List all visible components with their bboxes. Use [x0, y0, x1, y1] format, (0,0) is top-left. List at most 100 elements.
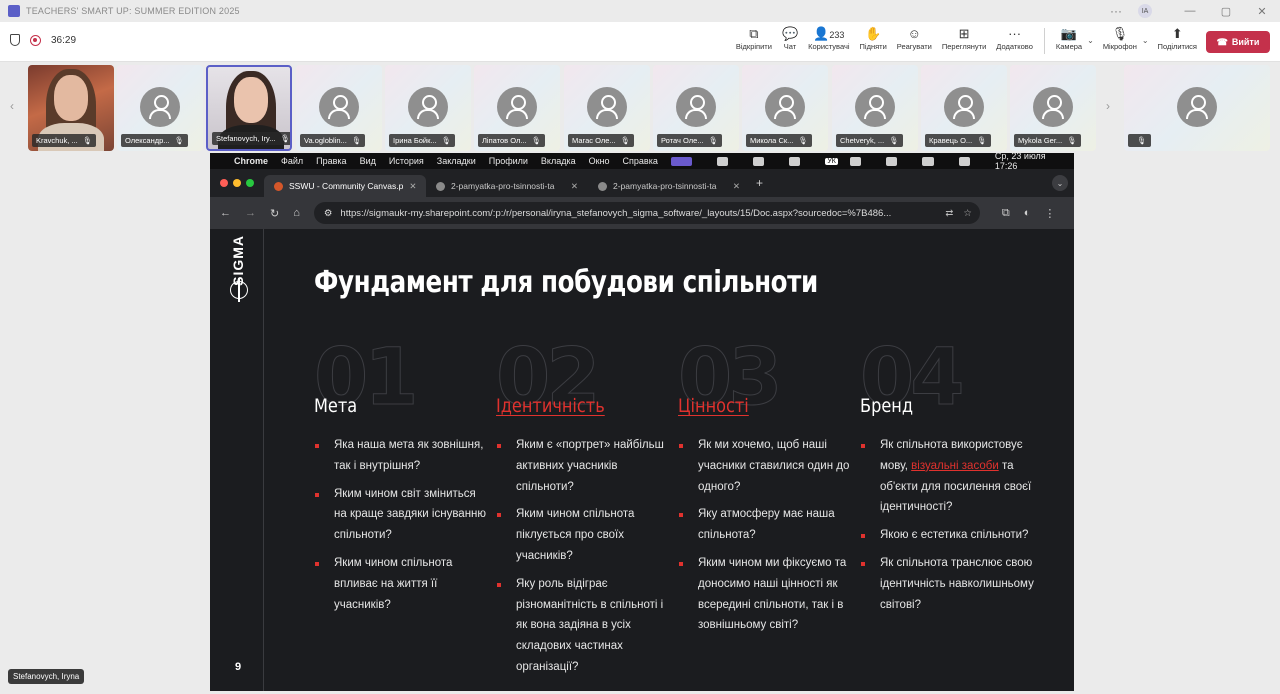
default-avatar-icon — [765, 87, 805, 127]
tab-close-icon[interactable]: ✕ — [409, 181, 416, 192]
list-item: Як ми хочемо, щоб наші учасники ставилис… — [678, 435, 853, 497]
toolbar-divider — [1043, 28, 1045, 54]
screen-share-status-icon — [670, 156, 692, 166]
participant-tile[interactable]: Ірина Бойк... 🎙 — [385, 65, 471, 151]
forward-arrow-icon[interactable]: → — [245, 207, 256, 219]
default-avatar-icon — [676, 87, 716, 127]
participant-tile[interactable]: Олександр... 🎙 — [117, 65, 203, 151]
participant-tile-self[interactable]: 🎙 — [1124, 65, 1270, 151]
mic-muted-icon: 🎙 — [351, 136, 362, 145]
participant-tile[interactable]: Магас Оле... 🎙 — [564, 65, 650, 151]
smile-icon: ☺ — [907, 26, 921, 41]
default-avatar-icon — [140, 87, 180, 127]
participant-tile[interactable]: Va.ogloblin... 🎙 — [296, 65, 382, 151]
tab-search-chevron-icon[interactable]: ⌄ — [1052, 175, 1068, 191]
close-button[interactable]: ✕ — [1244, 5, 1280, 18]
react-label: Реагувати — [896, 42, 932, 51]
menu-item: Вкладка — [540, 156, 576, 166]
bookmark-star-icon[interactable]: ☆ — [963, 208, 972, 219]
phone-hangup-icon: ☎ — [1216, 36, 1228, 47]
hand-icon: ✋ — [865, 26, 882, 41]
mic-muted-icon: 🎙 — [174, 136, 185, 145]
participant-tile[interactable]: Chetveryk, ... 🎙 — [832, 65, 918, 151]
participant-name: Mykola Ger... — [1018, 136, 1063, 145]
view-button[interactable]: ⊞ Переглянути — [942, 26, 986, 51]
translate-icon[interactable]: ⇄ — [945, 208, 953, 219]
participant-tile[interactable]: Кравець О... 🎙 — [921, 65, 1007, 151]
reload-icon[interactable]: ↻ — [270, 207, 279, 220]
browser-tab[interactable]: 2-pamyatka-pro-tsinnosti-ta ✕ — [588, 175, 750, 197]
video-face — [54, 75, 88, 121]
minimize-window-icon[interactable] — [233, 179, 241, 187]
menu-item: Вид — [359, 156, 376, 166]
browser-tab-active[interactable]: SSWU - Community Canvas.p ✕ — [264, 175, 426, 197]
mic-button[interactable]: 🎙 Мікрофон — [1103, 26, 1137, 51]
back-arrow-icon[interactable]: ← — [220, 207, 231, 219]
raise-hand-button[interactable]: ✋ Підняти — [860, 26, 887, 51]
mic-label: Мікрофон — [1102, 42, 1137, 51]
participant-tile-active[interactable]: Stefanovych, Iry... 🎙 — [206, 65, 292, 151]
url-field[interactable]: ⚙ https://sigmaukr-my.sharepoint.com/:p:… — [313, 202, 980, 224]
visual-means-link[interactable]: візуальні засоби — [911, 460, 999, 472]
close-window-icon[interactable] — [220, 179, 228, 187]
video-face — [234, 77, 268, 123]
presenter-name-label: Stefanovych, Iryna — [8, 669, 85, 684]
participant-name-tag: Микола Ск... 🎙 — [746, 134, 812, 147]
participant-name-tag: Олександр... 🎙 — [121, 134, 189, 147]
extensions-icon[interactable]: ⧉ — [1002, 207, 1010, 220]
app-menu: Chrome — [234, 156, 269, 166]
mic-options-chevron-icon[interactable]: ⌄ — [1142, 36, 1149, 45]
camera-options-chevron-icon[interactable]: ⌄ — [1087, 36, 1094, 45]
list-item: Яку атмосферу має наша спільнота? — [678, 504, 853, 546]
browser-menu-icon[interactable]: ⋮ — [1044, 207, 1055, 220]
column-heading-link[interactable]: Ідентичність — [496, 395, 605, 417]
participant-name: Микола Ск... — [750, 136, 794, 145]
leave-button[interactable]: ☎ Вийти — [1206, 31, 1270, 53]
browser-tab[interactable]: 2-pamyatka-pro-tsinnosti-ta ✕ — [426, 175, 588, 197]
camera-button[interactable]: 📷 Камера — [1056, 26, 1082, 51]
participant-name-tag: 🎙 — [1128, 134, 1151, 147]
list-item: Яку роль відіграє різноманітність в спіл… — [496, 574, 671, 678]
tab-close-icon[interactable]: ✕ — [733, 181, 740, 192]
chat-icon: 💬 — [781, 26, 799, 41]
participant-tile[interactable]: Kravchuk, ... 🎙 — [28, 65, 114, 151]
participant-name: Kravchuk, ... — [36, 136, 78, 145]
share-button[interactable]: ⬆ Поділитися — [1158, 26, 1197, 51]
site-info-icon[interactable]: ⚙ — [324, 208, 333, 219]
user-avatar[interactable]: IA — [1138, 4, 1152, 18]
minimize-button[interactable]: — — [1172, 5, 1208, 17]
participant-tile[interactable]: Микола Ск... 🎙 — [742, 65, 828, 151]
maximize-button[interactable]: ▢ — [1208, 5, 1244, 18]
participant-tile[interactable]: Mykola Ger... 🎙 — [1010, 65, 1096, 151]
participant-name-tag: Ротач Оле... 🎙 — [657, 134, 723, 147]
participant-tile[interactable]: Ротач Оле... 🎙 — [653, 65, 739, 151]
participant-name-tag: Stefanovych, Iry... 🎙 — [212, 132, 290, 145]
chat-button[interactable]: 💬 Чат — [782, 26, 798, 51]
url-text: https://sigmaukr-my.sharepoint.com/:p:/r… — [340, 207, 892, 219]
meeting-timer: 36:29 — [51, 34, 77, 46]
new-tab-icon[interactable]: + — [756, 176, 763, 190]
more-options-icon[interactable]: ··· — [1110, 4, 1122, 18]
people-button[interactable]: 👤233 Користувачі — [808, 26, 849, 51]
default-avatar-icon — [587, 87, 627, 127]
react-button[interactable]: ☺ Реагувати — [897, 26, 932, 51]
tab-close-icon[interactable]: ✕ — [571, 181, 578, 192]
more-button[interactable]: ··· Додатково — [996, 26, 1033, 51]
strip-next-arrow-icon[interactable]: › — [1106, 99, 1110, 113]
zoom-window-icon[interactable] — [246, 179, 254, 187]
column-heading-link[interactable]: Цінності — [678, 395, 749, 417]
profile-icon[interactable]: ◐ — [1024, 207, 1031, 220]
leave-label: Вийти — [1231, 37, 1260, 47]
moon-icon — [752, 156, 765, 166]
presentation-slide: SIGMA 9 Фундамент для побудови спільноти… — [210, 229, 1074, 691]
chat-label: Чат — [783, 42, 797, 51]
unpin-button[interactable]: ⧉ Відкріпити — [736, 26, 772, 51]
camera-label: Камера — [1055, 42, 1083, 51]
home-icon[interactable]: ⌂ — [293, 207, 300, 219]
menu-item: Правка — [316, 156, 347, 166]
menu-item: Профили — [488, 156, 528, 166]
mic-muted-icon: 🎙 — [1137, 136, 1147, 145]
mic-muted-icon: 🎙 — [977, 136, 987, 145]
strip-prev-arrow-icon[interactable]: ‹ — [10, 99, 14, 113]
participant-tile[interactable]: Ліпатов Ол... 🎙 — [474, 65, 560, 151]
